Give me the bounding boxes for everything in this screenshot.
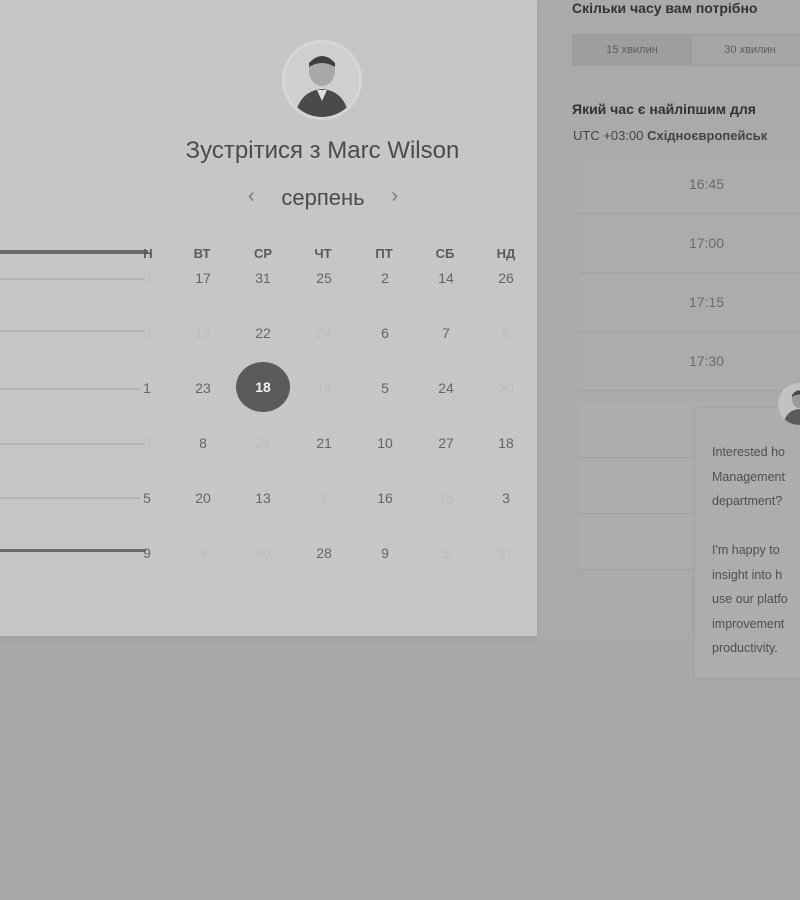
calendar-day[interactable]: 13 xyxy=(243,490,283,506)
calendar-day[interactable]: 26 xyxy=(486,270,526,286)
time-slot-label: 16:45 xyxy=(688,176,724,192)
time-slot-label: 17:30 xyxy=(688,353,724,369)
calendar-day[interactable]: 1 xyxy=(127,380,167,396)
calendar-day[interactable]: 5 xyxy=(426,545,466,561)
weekday-header-fri: ПТ xyxy=(375,246,393,261)
calendar-day[interactable]: 1 xyxy=(304,490,344,506)
duration-option-15[interactable]: 15 хвилин xyxy=(573,35,692,65)
month-navigation: ‹ серпень › xyxy=(240,183,406,213)
timeline-bar xyxy=(0,388,140,390)
weekday-header-mon: Н xyxy=(143,246,153,261)
chat-line: Management xyxy=(712,469,785,484)
calendar-day[interactable]: 15 xyxy=(426,490,466,506)
calendar-day[interactable]: 0 xyxy=(127,270,167,286)
calendar-day[interactable]: 6 xyxy=(486,325,526,341)
weekday-header-sat: СБ xyxy=(435,246,455,261)
selected-day[interactable]: 18 xyxy=(236,362,290,412)
calendar-day[interactable]: 28 xyxy=(304,545,344,561)
calendar-day[interactable]: 0 xyxy=(127,435,167,451)
scheduler-panel xyxy=(0,0,537,636)
calendar-day[interactable]: 13 xyxy=(183,325,223,341)
calendar-day[interactable]: 18 xyxy=(486,435,526,451)
host-avatar xyxy=(282,40,362,120)
month-label: серпень xyxy=(281,185,365,210)
calendar-day[interactable]: 16 xyxy=(365,490,405,506)
calendar-day[interactable]: 24 xyxy=(304,325,344,341)
calendar-day[interactable]: 6 xyxy=(365,325,405,341)
chat-line: use our platfo xyxy=(712,592,788,606)
calendar-day[interactable]: 3 xyxy=(486,490,526,506)
time-slot[interactable]: 17:00 xyxy=(578,217,800,273)
calendar-day[interactable]: 21 xyxy=(243,435,283,451)
calendar-day[interactable]: 20 xyxy=(183,490,223,506)
timeline-bar xyxy=(0,443,144,445)
calendar-day[interactable]: 27 xyxy=(426,435,466,451)
calendar-day[interactable]: 9 xyxy=(365,545,405,561)
timezone-label: UTC +03:00 Східноєвропейськ xyxy=(573,128,767,143)
calendar-day[interactable]: 5 xyxy=(365,380,405,396)
time-slot[interactable]: 16:45 xyxy=(578,158,800,214)
timezone-name: Східноєвропейськ xyxy=(647,128,768,143)
person-icon xyxy=(285,43,359,117)
calendar-day[interactable]: 25 xyxy=(304,270,344,286)
calendar-day[interactable]: 27 xyxy=(486,545,526,561)
weekday-header-wed: СР xyxy=(253,246,273,261)
calendar-day[interactable]: 17 xyxy=(183,270,223,286)
duration-question: Скільки часу вам потрібно xyxy=(572,0,758,16)
time-slot[interactable]: 17:15 xyxy=(578,276,800,332)
calendar-day[interactable]: 9 xyxy=(127,545,167,561)
calendar-day[interactable]: 22 xyxy=(243,325,283,341)
chat-line: Interested ho xyxy=(712,445,785,459)
calendar-day[interactable]: 23 xyxy=(183,380,223,396)
chat-line: I'm happy to xyxy=(712,543,780,557)
weekday-header-tue: ВТ xyxy=(193,246,211,261)
chevron-left-icon[interactable]: ‹ xyxy=(248,185,255,208)
chat-message: Interested ho Management department? I'm… xyxy=(712,440,800,661)
timeline-bar xyxy=(0,330,144,332)
weekday-header-sun: НД xyxy=(496,246,516,261)
calendar-day[interactable]: 5 xyxy=(127,490,167,506)
calendar-day[interactable]: 30 xyxy=(243,545,283,561)
time-question: Який час є найліпшим для xyxy=(572,101,756,117)
timezone-offset: UTC +03:00 xyxy=(573,128,644,143)
calendar-day[interactable]: 31 xyxy=(243,270,283,286)
calendar-day[interactable]: 2 xyxy=(365,270,405,286)
calendar-day[interactable]: 9 xyxy=(127,325,167,341)
calendar-day[interactable]: 9 xyxy=(183,545,223,561)
time-slot-label: 17:15 xyxy=(688,294,724,310)
duration-selector: 15 хвилин 30 хвилин xyxy=(572,34,800,66)
calendar-day[interactable]: 14 xyxy=(426,270,466,286)
timeline-bar xyxy=(0,250,148,254)
timeline-bar xyxy=(0,278,144,280)
time-slot[interactable]: 17:30 xyxy=(578,335,800,391)
calendar-day[interactable]: 24 xyxy=(426,380,466,396)
calendar-day[interactable]: 10 xyxy=(365,435,405,451)
calendar-day[interactable]: 8 xyxy=(183,435,223,451)
chat-line xyxy=(712,514,800,539)
duration-option-30[interactable]: 30 хвилин xyxy=(691,35,800,65)
chat-line: insight into h xyxy=(712,567,783,582)
calendar-day[interactable]: 30 xyxy=(486,380,526,396)
calendar-day[interactable]: 7 xyxy=(426,325,466,341)
chevron-right-icon[interactable]: › xyxy=(391,185,398,208)
calendar-day[interactable]: 21 xyxy=(304,435,344,451)
timeline-bar xyxy=(0,549,146,552)
chat-line: productivity. xyxy=(712,641,778,655)
calendar-day[interactable]: 14 xyxy=(304,380,344,396)
weekday-header-thu: ЧТ xyxy=(314,246,332,261)
chat-line: improvement xyxy=(712,616,785,631)
chat-line: department? xyxy=(712,494,783,508)
time-slot-label: 17:00 xyxy=(688,235,724,251)
timeline-bar xyxy=(0,497,140,499)
